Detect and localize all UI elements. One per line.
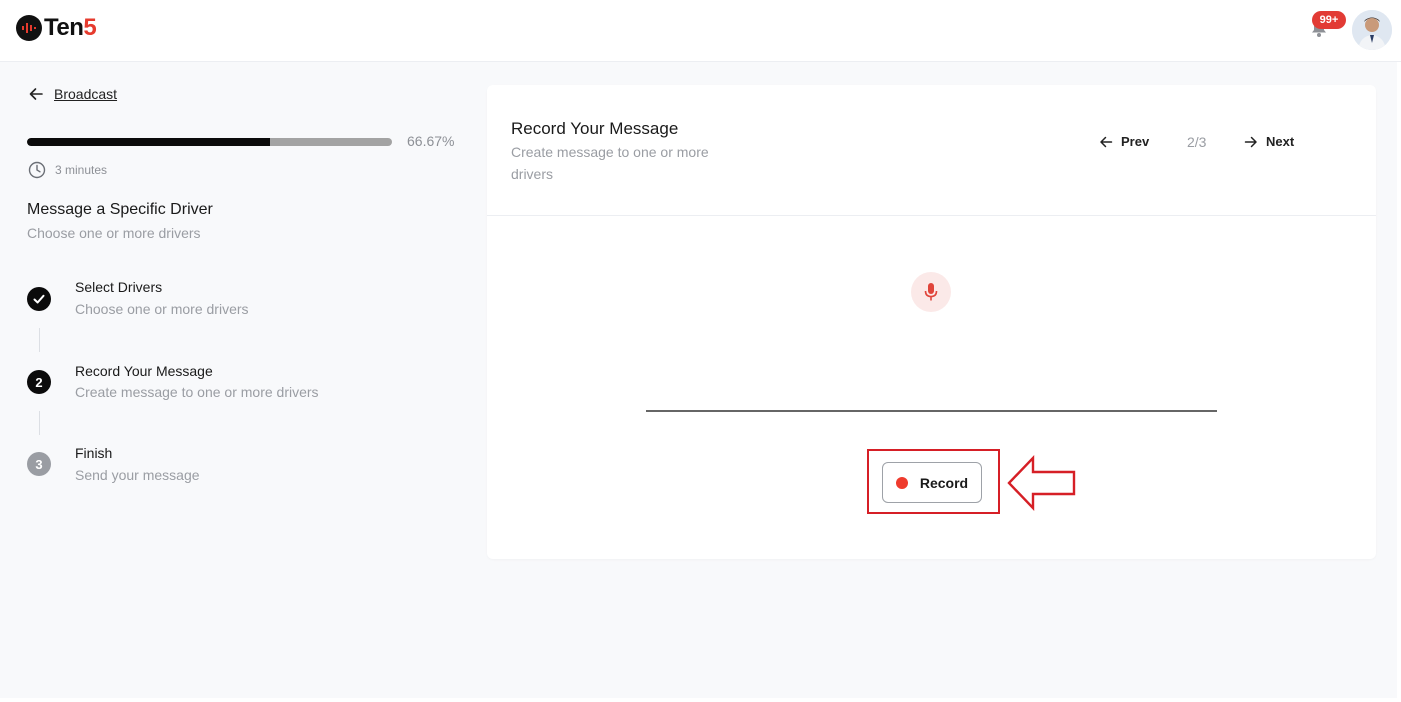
card-divider <box>487 215 1376 216</box>
step-number: 2 <box>27 370 51 394</box>
step-number: 3 <box>27 452 51 476</box>
next-label: Next <box>1266 134 1295 149</box>
record-button[interactable]: Record <box>882 462 982 503</box>
step-title: Select Drivers <box>75 279 163 295</box>
arrow-right-icon <box>1244 136 1257 147</box>
back-link-label: Broadcast <box>54 86 118 102</box>
arrow-left-icon <box>29 88 43 100</box>
check-icon <box>27 287 51 311</box>
step-subtitle: Choose one or more drivers <box>75 301 249 317</box>
step-title: Finish <box>75 445 113 461</box>
callout-arrow-icon <box>1007 455 1076 511</box>
clock-icon <box>28 161 46 179</box>
step-subtitle: Create message to one or more drivers <box>75 384 319 400</box>
bottom-edge-strip <box>0 698 1401 702</box>
record-label: Record <box>919 474 969 491</box>
microphone-icon <box>924 283 938 301</box>
page-indicator: 2/3 <box>1187 134 1207 150</box>
flow-subtitle: Choose one or more drivers <box>27 225 201 241</box>
duration: 3 minutes <box>28 161 107 179</box>
user-avatar[interactable] <box>1352 10 1392 50</box>
notification-badge[interactable]: 99+ <box>1312 11 1346 29</box>
right-edge-strip <box>1397 62 1401 702</box>
back-to-broadcast-link[interactable]: Broadcast <box>28 86 117 102</box>
logo-text-part1: Ten <box>44 14 84 41</box>
step-connector <box>39 328 40 352</box>
record-dot-icon <box>895 476 908 489</box>
audio-waveform-baseline <box>646 410 1217 412</box>
record-message-card: Record Your Message Create message to on… <box>487 85 1376 559</box>
arrow-left-icon <box>1100 136 1113 147</box>
progress-bar-fill <box>27 138 271 146</box>
app-logo[interactable]: Ten5 <box>16 14 97 42</box>
logo-text: Ten5 <box>44 14 97 42</box>
logo-mark-icon <box>16 15 42 41</box>
next-button[interactable]: Next <box>1244 134 1294 149</box>
flow-title: Message a Specific Driver <box>27 201 213 218</box>
card-subtitle: Create message to one or more drivers <box>511 144 709 182</box>
step-connector <box>39 411 40 435</box>
prev-label: Prev <box>1121 134 1150 149</box>
step-title: Record Your Message <box>75 363 213 379</box>
progress-percent: 66.67% <box>407 133 455 149</box>
step-subtitle: Send your message <box>75 467 200 483</box>
card-title: Record Your Message <box>511 119 679 138</box>
logo-text-part2: 5 <box>83 14 97 41</box>
microphone-indicator <box>911 272 951 312</box>
prev-button[interactable]: Prev <box>1099 134 1149 149</box>
progress-bar <box>27 138 392 146</box>
duration-label: 3 minutes <box>55 163 108 177</box>
top-bar: Ten5 99+ <box>0 0 1401 62</box>
